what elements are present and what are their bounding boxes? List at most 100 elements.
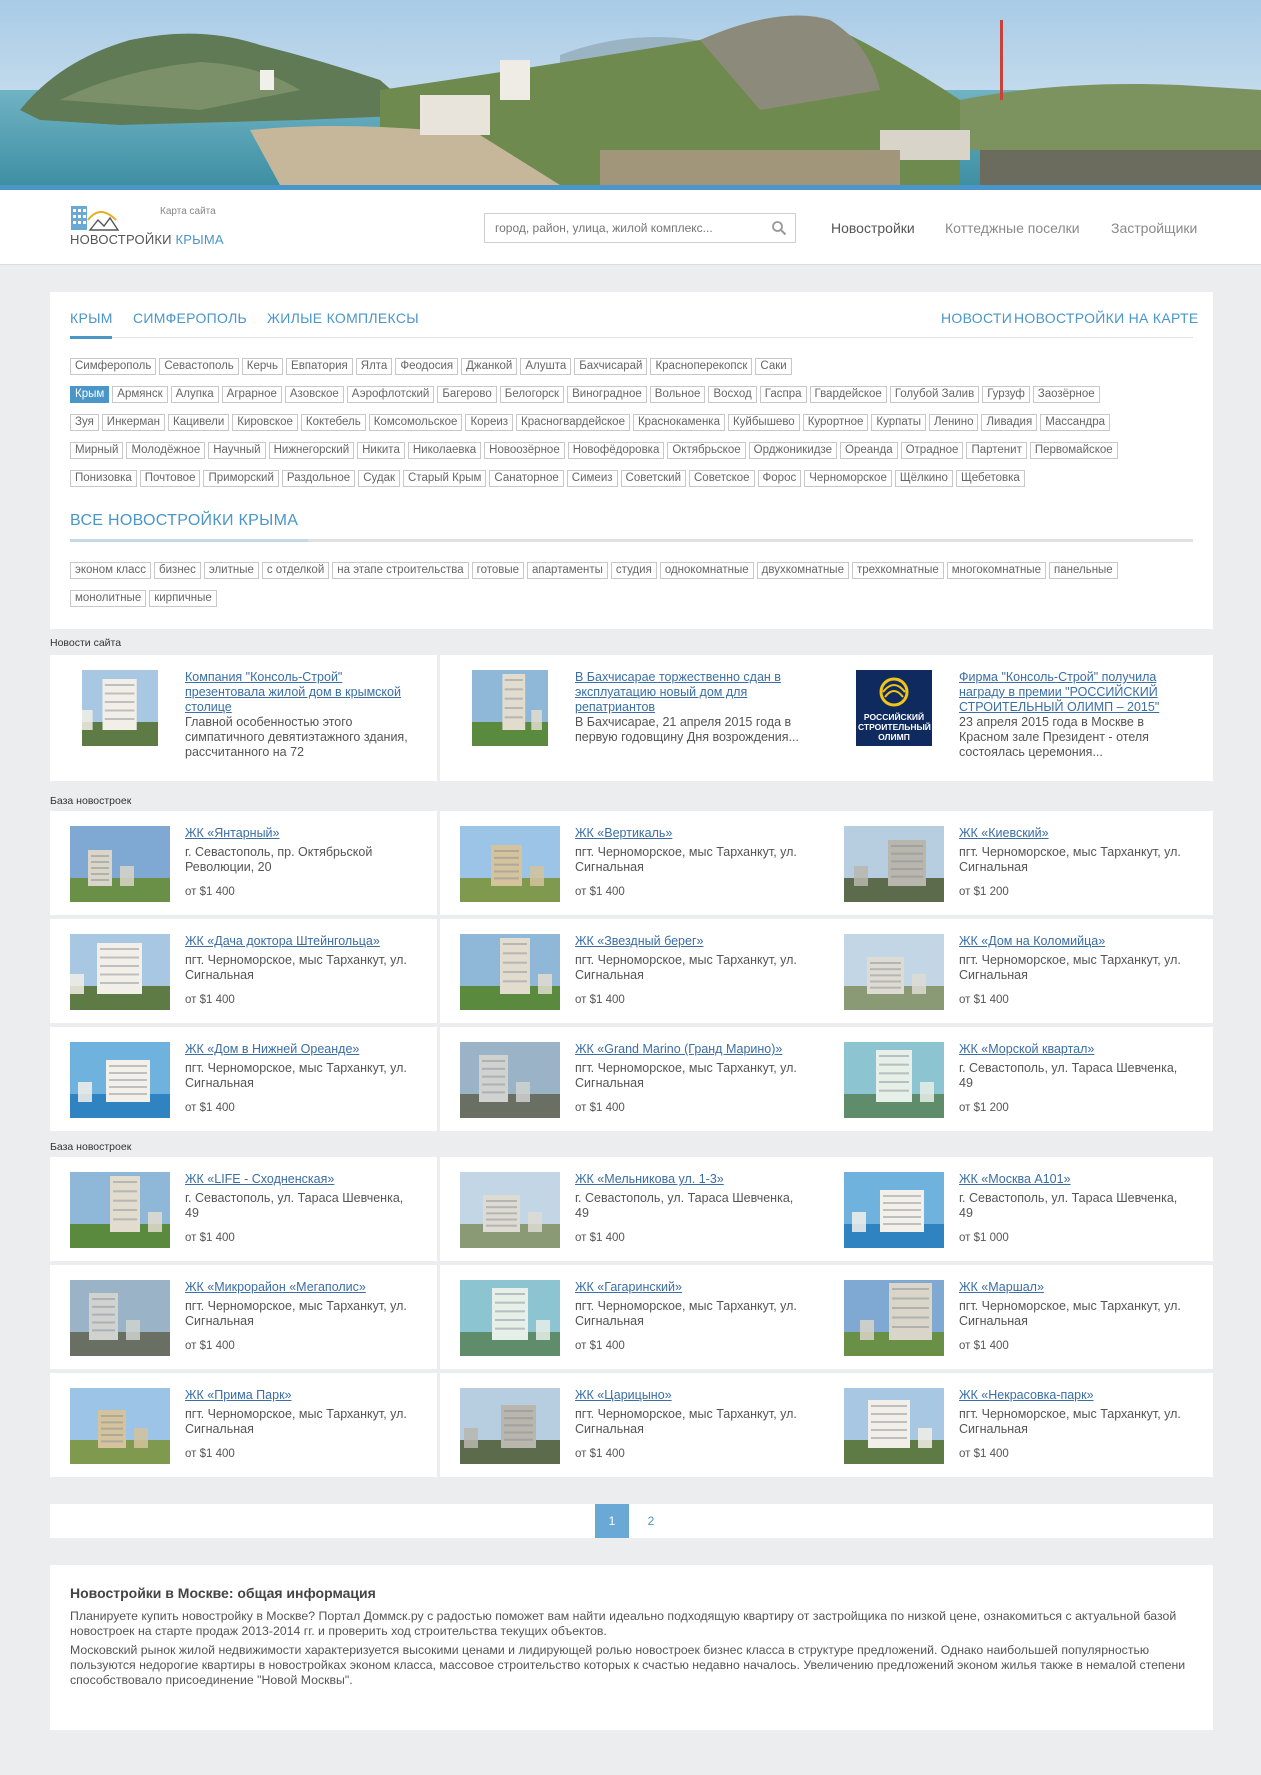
filter-tag[interactable]: Куйбышево	[727, 414, 800, 431]
building-image[interactable]	[844, 934, 944, 1010]
filter-tag[interactable]: Никита	[357, 442, 405, 459]
filter-tag[interactable]: Николаевка	[407, 442, 482, 459]
filter-tag[interactable]: Щёлкино	[894, 470, 953, 487]
filter-tag[interactable]: Саки	[755, 358, 792, 375]
building-card[interactable]: ЖК «Дом в Нижней Ореанде» пгт. Черноморск…	[50, 1027, 437, 1131]
building-title-link[interactable]: ЖК «Дом на Коломийца»	[959, 934, 1194, 949]
filter-tag[interactable]: Старый Крым	[403, 470, 487, 487]
filter-tag[interactable]: Заозёрное	[1032, 386, 1100, 403]
filter-tag[interactable]: Восход	[708, 386, 757, 403]
building-title-link[interactable]: ЖК «Мельникова ул. 1-3»	[575, 1172, 810, 1187]
building-title-link[interactable]: ЖК «Микрорайон «Мегаполис»	[185, 1280, 420, 1295]
building-title-link[interactable]: ЖК «Дача доктора Штейнгольца»	[185, 934, 420, 949]
filter-tag[interactable]: Азовское	[284, 386, 344, 403]
building-image[interactable]	[70, 934, 170, 1010]
building-card[interactable]: ЖК «Дача доктора Штейнгольца» пгт. Черном…	[50, 919, 437, 1023]
building-image[interactable]	[460, 1172, 560, 1248]
filter-tag[interactable]: Армянск	[112, 386, 168, 403]
building-card[interactable]: ЖК «Микрорайон «Мегаполис» пгт. Черноморс…	[50, 1265, 437, 1369]
building-image[interactable]	[844, 1280, 944, 1356]
filter-tag[interactable]: Партенит	[966, 442, 1027, 459]
filter-tag[interactable]: Коктебель	[300, 414, 366, 431]
filter-tag[interactable]: Мирный	[70, 442, 124, 459]
filter-tag[interactable]: монолитные	[70, 590, 147, 607]
filter-tag[interactable]: Судак	[358, 470, 400, 487]
filter-tag[interactable]: Красноперекопск	[650, 358, 753, 375]
building-card[interactable]: ЖК «Вертикаль» пгт. Черноморское, мыс Тар…	[440, 811, 827, 915]
filter-tag[interactable]: Нижнегорский	[268, 442, 355, 459]
filter-tag[interactable]: однокомнатные	[659, 562, 754, 579]
building-title-link[interactable]: ЖК «Янтарный»	[185, 826, 420, 841]
filter-tag[interactable]: Ливадия	[981, 414, 1038, 431]
filter-tag[interactable]: Алушта	[520, 358, 572, 375]
building-title-link[interactable]: ЖК «Звездный берег»	[575, 934, 810, 949]
filter-tag[interactable]: эконом класс	[70, 562, 152, 579]
building-card[interactable]: ЖК «Некрасовка-парк» пгт. Черноморское, м…	[824, 1373, 1213, 1477]
filter-tag[interactable]: Виноградное	[567, 386, 647, 403]
building-image[interactable]	[70, 1042, 170, 1118]
building-image[interactable]	[70, 826, 170, 902]
filter-tag[interactable]: Новофёдоровка	[567, 442, 665, 459]
filter-tag[interactable]: Гвардейское	[809, 386, 887, 403]
building-card[interactable]: ЖК «Янтарный» г. Севастополь, пр. Октябрь…	[50, 811, 437, 915]
filter-tag[interactable]: Советский	[620, 470, 686, 487]
tab-news[interactable]: НОВОСТИ	[941, 310, 1012, 326]
building-card[interactable]: ЖК «Звездный берег» пгт. Черноморское, мы…	[440, 919, 827, 1023]
news-image[interactable]	[472, 670, 548, 746]
building-image[interactable]	[460, 826, 560, 902]
news-card[interactable]: РОССИЙСКИЙ СТРОИТЕЛЬНЫЙ ОЛИМП Фирма "Конс…	[824, 655, 1213, 781]
filter-tag[interactable]: Алупка	[170, 386, 219, 403]
building-image[interactable]	[70, 1172, 170, 1248]
building-card[interactable]: ЖК «Мельникова ул. 1-3» г. Севастополь, у…	[440, 1157, 827, 1261]
filter-tag[interactable]: Бахчисарай	[574, 358, 648, 375]
building-image[interactable]	[460, 1388, 560, 1464]
filter-tag[interactable]: на этапе строительства	[332, 562, 469, 579]
filter-tag[interactable]: Феодосия	[395, 358, 459, 375]
filter-tag[interactable]: готовые	[471, 562, 525, 579]
filter-tag[interactable]: Гаспра	[759, 386, 807, 403]
building-card[interactable]: ЖК «Царицыно» пгт. Черноморское, мыс Тарх…	[440, 1373, 827, 1477]
sitemap-link[interactable]: Карта сайта	[160, 206, 216, 217]
news-card[interactable]: В Бахчисарае торжественно сдан в эксплуа…	[440, 655, 827, 781]
building-card[interactable]: ЖК «Маршал» пгт. Черноморское, мыс Тархан…	[824, 1265, 1213, 1369]
filter-tag[interactable]: Красногвардейское	[516, 414, 630, 431]
filter-tag[interactable]: Ореанда	[840, 442, 898, 459]
filter-tag[interactable]: Евпатория	[286, 358, 353, 375]
filter-tag[interactable]: Багерово	[437, 386, 497, 403]
filter-tag[interactable]: Черноморское	[804, 470, 892, 487]
tab-map[interactable]: НОВОСТРОЙКИ НА КАРТЕ	[1014, 310, 1198, 326]
filter-tag[interactable]: Кировское	[232, 414, 298, 431]
filter-tag[interactable]: Молодёжное	[126, 442, 206, 459]
filter-tag[interactable]: Симферополь	[70, 358, 157, 375]
building-title-link[interactable]: ЖК «Прима Парк»	[185, 1388, 420, 1403]
filter-tag[interactable]: Щебетовка	[955, 470, 1025, 487]
building-title-link[interactable]: ЖК «Царицыно»	[575, 1388, 810, 1403]
filter-tag[interactable]: апартаменты	[527, 562, 608, 579]
filter-tag[interactable]: Джанкой	[461, 358, 518, 375]
search-icon[interactable]	[771, 220, 787, 236]
building-title-link[interactable]: ЖК «Дом в Нижней Ореанде»	[185, 1042, 420, 1057]
nav-new-buildings[interactable]: Новостройки	[831, 220, 915, 236]
filter-tag[interactable]: Советское	[689, 470, 755, 487]
filter-tag[interactable]: с отделкой	[261, 562, 330, 579]
building-title-link[interactable]: ЖК «Некрасовка-парк»	[959, 1388, 1194, 1403]
building-title-link[interactable]: ЖК «Гагаринский»	[575, 1280, 810, 1295]
filter-tag[interactable]: Аэрофлотский	[346, 386, 435, 403]
nav-developers[interactable]: Застройщики	[1111, 220, 1197, 236]
building-image[interactable]	[844, 1042, 944, 1118]
news-image[interactable]: РОССИЙСКИЙ СТРОИТЕЛЬНЫЙ ОЛИМП	[856, 670, 932, 746]
building-title-link[interactable]: ЖК «Москва А101»	[959, 1172, 1194, 1187]
building-title-link[interactable]: ЖК «Вертикаль»	[575, 826, 810, 841]
building-image[interactable]	[844, 1388, 944, 1464]
building-title-link[interactable]: ЖК «Grand Marino (Гранд Марино)»	[575, 1042, 810, 1057]
filter-tag[interactable]: Приморский	[203, 470, 279, 487]
filter-tag[interactable]: Научный	[208, 442, 266, 459]
building-card[interactable]: ЖК «LIFE - Сходненская» г. Севастополь, у…	[50, 1157, 437, 1261]
page-1-button[interactable]: 1	[595, 1504, 629, 1538]
filter-tag[interactable]: Новоозёрное	[484, 442, 565, 459]
building-title-link[interactable]: ЖК «Киевский»	[959, 826, 1194, 841]
page-2-button[interactable]: 2	[634, 1504, 668, 1538]
news-title-link[interactable]: Компания "Консоль-Строй" презентовала жи…	[185, 670, 420, 715]
filter-tag[interactable]: Массандра	[1040, 414, 1111, 431]
building-image[interactable]	[844, 826, 944, 902]
